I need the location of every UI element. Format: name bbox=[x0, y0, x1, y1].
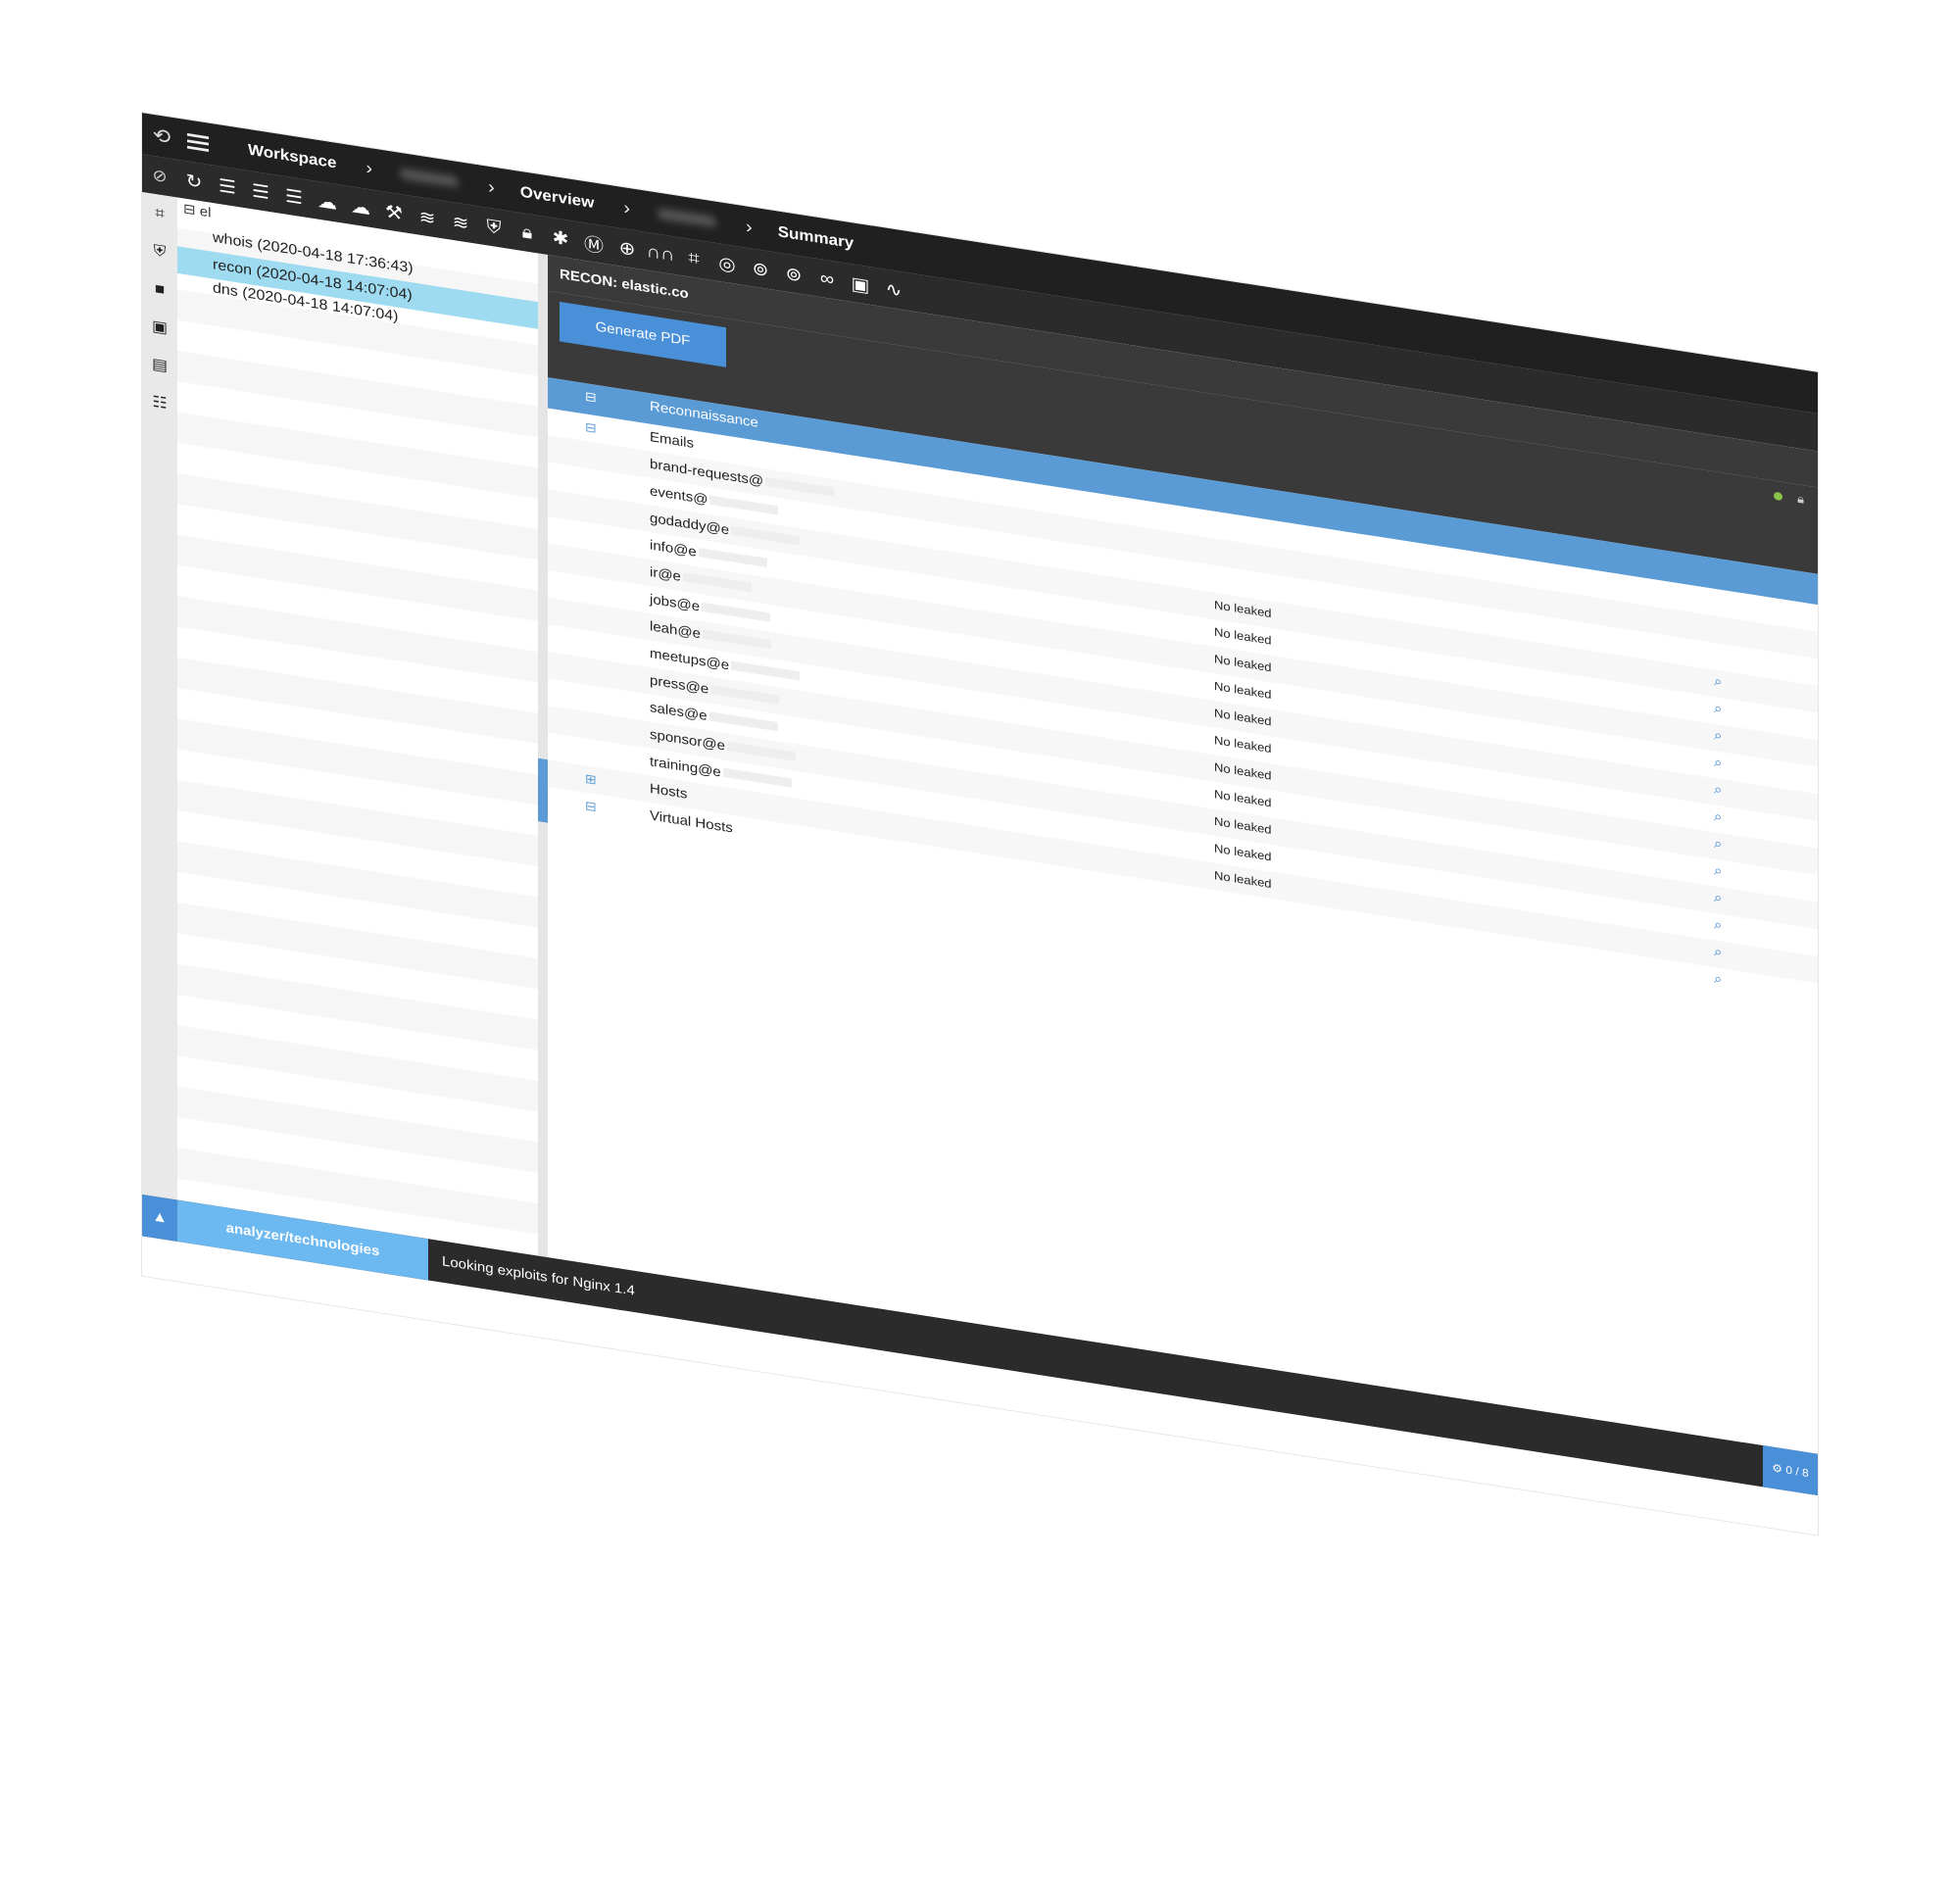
search-icon[interactable]: ⌕ bbox=[1714, 944, 1722, 960]
database-icon[interactable]: ☰ bbox=[244, 177, 277, 205]
search-icon[interactable]: ⌕ bbox=[1714, 862, 1722, 879]
leak-status: No leaked bbox=[1214, 706, 1272, 729]
chevron-right-icon: › bbox=[488, 176, 495, 198]
layers-icon[interactable]: ≋ bbox=[444, 209, 477, 236]
layers-icon[interactable]: ≋ bbox=[411, 204, 444, 231]
breadcrumb-overview[interactable]: Overview bbox=[520, 183, 595, 213]
link-icon[interactable]: ∞ bbox=[810, 267, 844, 292]
shield-icon[interactable]: ⛨ bbox=[477, 215, 511, 240]
chevron-right-icon: › bbox=[746, 216, 753, 238]
search-icon[interactable]: ⌕ bbox=[1714, 701, 1722, 717]
dns-icon[interactable]: ◎ bbox=[710, 250, 744, 277]
pulse-icon[interactable]: ∿ bbox=[877, 275, 910, 303]
database-icon[interactable]: ☰ bbox=[211, 172, 244, 200]
search-icon[interactable]: ⌕ bbox=[1714, 890, 1722, 906]
chevron-right-icon: › bbox=[623, 197, 631, 219]
breadcrumb-redacted[interactable] bbox=[400, 168, 460, 188]
lock-icon[interactable]: ■ bbox=[142, 268, 177, 311]
leak-status: No leaked bbox=[1214, 841, 1272, 864]
leak-status: No leaked bbox=[1214, 759, 1272, 783]
tree-panel: ⊟ el whois (2020-04-18 17:36:43) recon (… bbox=[177, 197, 538, 1256]
leak-status: No leaked bbox=[1214, 624, 1272, 648]
breadcrumb-summary[interactable]: Summary bbox=[778, 222, 854, 252]
search-icon[interactable]: ⌕ bbox=[1714, 808, 1722, 825]
collapse-icon[interactable]: ⊟ bbox=[585, 389, 597, 406]
task-counter-value: 0 / 8 bbox=[1785, 1463, 1809, 1480]
leak-status: No leaked bbox=[1214, 598, 1272, 620]
splitter-grip[interactable] bbox=[538, 757, 548, 823]
main-panel: RECON: elastic.co Generate PDF 🔒︎ ⊟ Reco… bbox=[548, 255, 1818, 1454]
checklist-icon[interactable]: ☷ bbox=[142, 381, 177, 424]
inbox-icon[interactable]: ▣ bbox=[142, 306, 177, 349]
search-icon[interactable]: ⌕ bbox=[1714, 836, 1722, 853]
leak-status: No leaked bbox=[1214, 652, 1272, 675]
database-icon[interactable]: ☰ bbox=[277, 183, 311, 211]
leak-status: No leaked bbox=[1214, 787, 1272, 810]
collapse-icon[interactable]: ⊟ bbox=[585, 798, 597, 814]
crop-icon[interactable]: ⌗ bbox=[677, 246, 710, 271]
search-icon[interactable]: ⌕ bbox=[1714, 971, 1722, 988]
shield-m-icon[interactable]: Ⓜ bbox=[577, 227, 610, 259]
panel-splitter[interactable] bbox=[538, 253, 548, 1258]
lock-icon[interactable]: 🔒︎ bbox=[511, 220, 544, 245]
group-label: Hosts bbox=[650, 780, 688, 803]
status-indicator bbox=[1774, 491, 1782, 502]
rdap-search-icon[interactable]: ⊚ bbox=[777, 260, 810, 287]
refresh-icon[interactable]: ↻ bbox=[177, 168, 211, 195]
search-icon[interactable]: ⌕ bbox=[1714, 917, 1722, 934]
search-icon[interactable]: ⌕ bbox=[1714, 782, 1722, 799]
chevron-right-icon: › bbox=[366, 157, 373, 179]
task-counter[interactable]: ⚙ 0 / 8 bbox=[1763, 1445, 1818, 1496]
shield-icon[interactable]: ⛨ bbox=[142, 230, 177, 273]
search-icon[interactable]: ⌕ bbox=[1714, 755, 1722, 771]
leak-status: No leaked bbox=[1214, 733, 1272, 756]
logo-icon[interactable]: ⟲ bbox=[142, 113, 181, 161]
search-icon[interactable]: ⌕ bbox=[1714, 673, 1722, 690]
left-rail: ⌗ ⛨ ■ ▣ ▤ ☷ bbox=[142, 191, 177, 1200]
chevron-up-icon[interactable]: ▲ bbox=[142, 1195, 177, 1242]
inbox-icon[interactable]: ▣ bbox=[844, 270, 877, 298]
breadcrumb-redacted[interactable] bbox=[658, 208, 717, 228]
leak-status: No leaked bbox=[1214, 678, 1272, 702]
expand-icon[interactable]: ⊞ bbox=[585, 771, 597, 788]
globe-icon[interactable]: ⊕ bbox=[610, 234, 644, 262]
menu-icon[interactable] bbox=[187, 132, 222, 153]
tree-root-label: el bbox=[199, 203, 212, 221]
leak-status: No leaked bbox=[1214, 813, 1272, 837]
cloud-icon[interactable]: ☁ bbox=[344, 193, 377, 220]
search-icon[interactable]: ⌕ bbox=[1714, 727, 1722, 744]
lock-icon[interactable]: 🔒︎ bbox=[1797, 492, 1804, 508]
app-window: ⟲ Workspace › › Overview › › Summary ⊘ ↻… bbox=[142, 113, 1818, 1536]
hammer-icon[interactable]: ⚒ bbox=[377, 198, 411, 225]
group-label: Emails bbox=[650, 429, 695, 452]
cloud-icon[interactable]: ☁ bbox=[311, 188, 344, 216]
crop-icon[interactable]: ⌗ bbox=[142, 192, 177, 235]
binoculars-icon[interactable]: ∩∩ bbox=[644, 240, 677, 266]
leak-status: No leaked bbox=[1214, 868, 1272, 891]
bug-icon[interactable]: ✱ bbox=[544, 224, 577, 252]
gear-icon: ⚙ bbox=[1772, 1461, 1786, 1477]
whois-search-icon[interactable]: ⊚ bbox=[744, 255, 777, 282]
compass-icon[interactable]: ⊘ bbox=[142, 164, 177, 188]
breadcrumb-workspace[interactable]: Workspace bbox=[248, 141, 336, 172]
book-icon[interactable]: ▤ bbox=[142, 344, 177, 387]
collapse-icon[interactable]: ⊟ bbox=[585, 419, 597, 436]
